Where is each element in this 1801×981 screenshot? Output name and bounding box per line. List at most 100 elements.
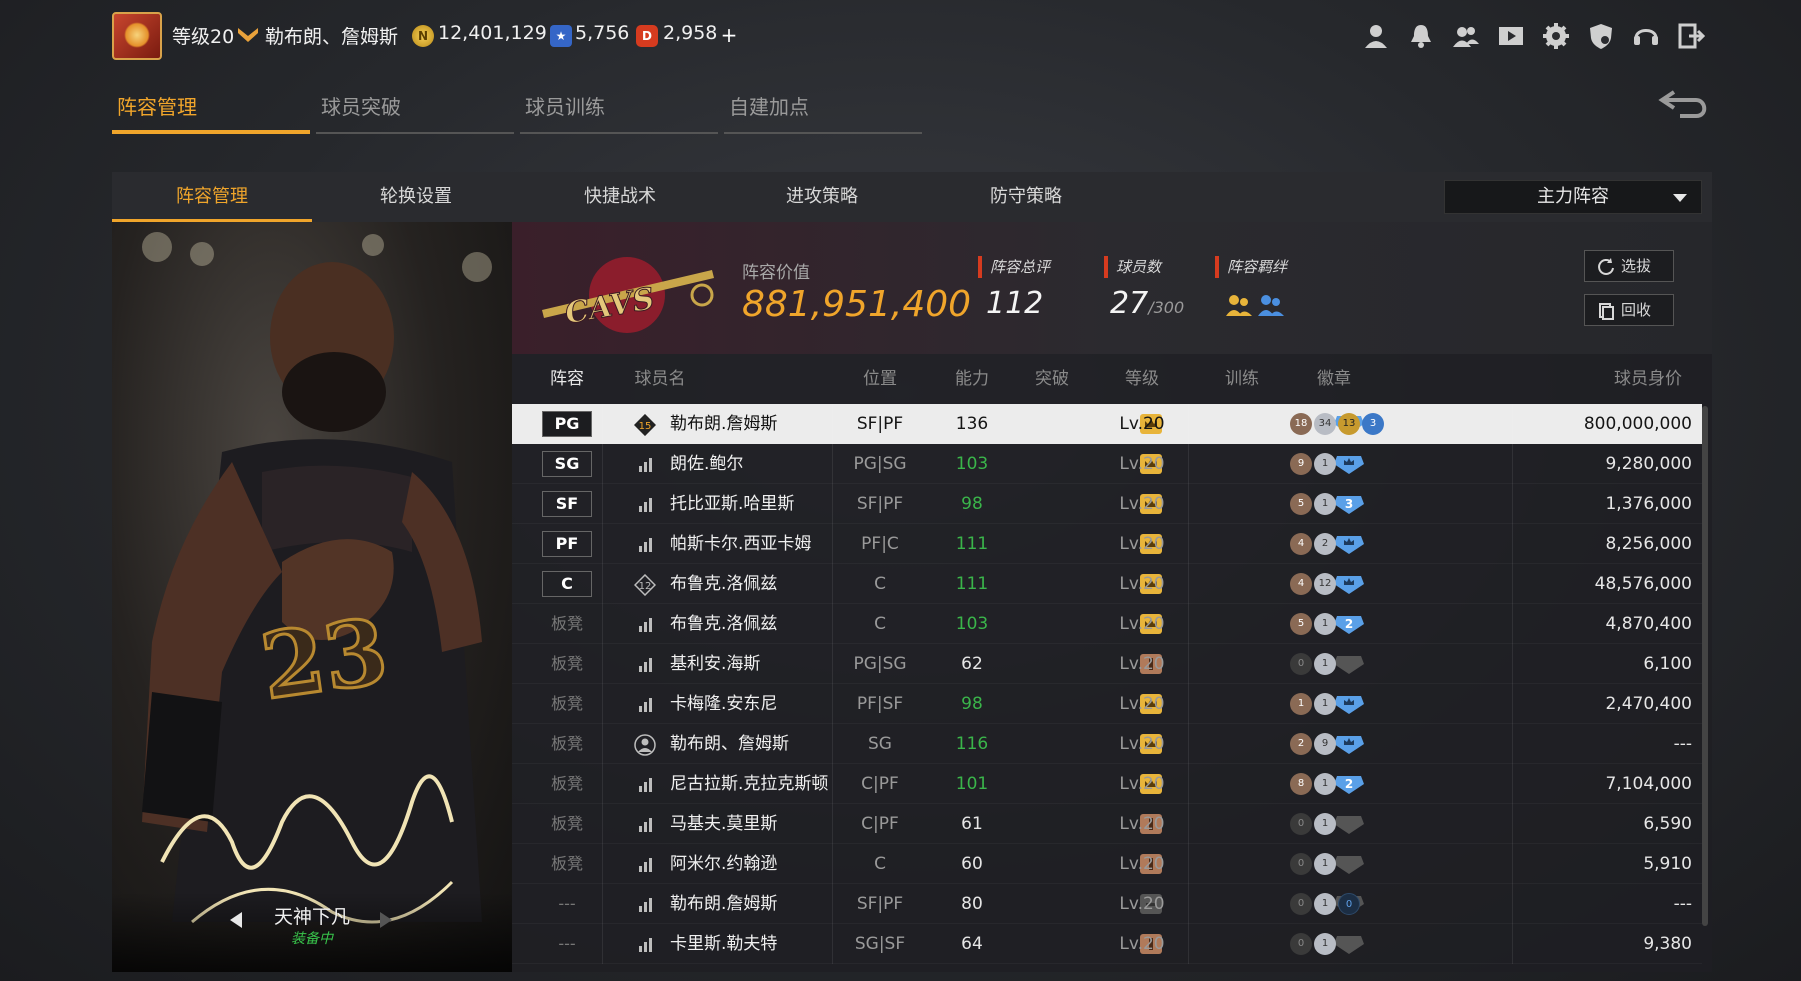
profile-icon[interactable] (1362, 22, 1390, 50)
table-row[interactable]: C 12 布鲁克.洛佩兹 C 111 Lv.20 4 12 48,576,000 (512, 564, 1702, 604)
bench-slot: 板凳 (550, 614, 583, 633)
lineup-bond-label: 阵容羁绊 (1215, 256, 1287, 278)
table-row[interactable]: PF 帕斯卡尔.西亚卡姆 PF|C 111 Lv.20 4 2 8,256,000 (512, 524, 1702, 564)
column-divider (1188, 604, 1189, 644)
bell-icon[interactable] (1407, 22, 1435, 50)
training-level-icon[interactable]: 2 (1332, 772, 1366, 796)
training-empty-icon[interactable] (1332, 652, 1366, 676)
subtab-defense-strategy[interactable]: 防守策略 (926, 172, 1126, 222)
player-name-cell[interactable]: 尼古拉斯.克拉克斯顿 (670, 764, 828, 804)
player-name-cell[interactable]: 布鲁克.洛佩兹 (670, 604, 777, 644)
player-name-cell[interactable]: 马基夫.莫里斯 (670, 804, 777, 844)
table-row[interactable]: PG 15 勒布朗.詹姆斯 SF|PF 136 Lv.20 18 34 13 3 800,000,0… (512, 404, 1702, 444)
badge-count: 0 (1290, 933, 1312, 955)
col-level[interactable]: 等级 (1102, 354, 1182, 404)
col-position[interactable]: 位置 (840, 354, 920, 404)
table-row[interactable]: SF 托比亚斯.哈里斯 SF|PF 98 Lv.20 3 5 1 1,376,000 (512, 484, 1702, 524)
column-divider (1188, 764, 1189, 804)
add-currency-button[interactable]: + (717, 22, 741, 48)
table-row[interactable]: SG 朗佐.鲍尔 PG|SG 103 Lv.20 9 1 9,280,000 (512, 444, 1702, 484)
col-lineup[interactable]: 阵容 (532, 354, 602, 404)
gear-icon[interactable] (1542, 22, 1570, 50)
tab-player-breakthrough[interactable]: 球员突破 (316, 90, 514, 134)
column-divider (602, 524, 603, 564)
back-arrow-icon[interactable] (1656, 86, 1712, 122)
recycle-button[interactable]: 回收 (1584, 294, 1674, 326)
subtab-quick-tactics[interactable]: 快捷战术 (520, 172, 720, 222)
col-badges[interactable]: 徽章 (1294, 354, 1374, 404)
training-empty-icon[interactable] (1332, 932, 1366, 956)
player-name-cell[interactable]: 基利安.海斯 (670, 644, 760, 684)
signal-bars-icon (639, 498, 652, 512)
player-name-cell[interactable]: 阿米尔.约翰逊 (670, 844, 777, 884)
table-row[interactable]: 板凳 马基夫.莫里斯 C|PF 61 Lv.20 0 1 6,590 (512, 804, 1702, 844)
player-value-cell: 5,910 (1643, 854, 1692, 874)
bond-blue-icon[interactable] (1256, 292, 1286, 320)
player-value-cell: --- (1673, 734, 1692, 754)
position-cell: SF|PF (856, 894, 904, 914)
table-row[interactable]: 板凳 阿米尔.约翰逊 C 60 Lv.20 0 1 5,910 (512, 844, 1702, 884)
training-level-icon[interactable] (1332, 692, 1366, 716)
col-breakthrough[interactable]: 突破 (1012, 354, 1092, 404)
table-row[interactable]: --- 勒布朗.詹姆斯 SF|PF 80 Lv.20 0 1 0 --- (512, 884, 1702, 924)
training-level-icon[interactable] (1332, 452, 1366, 476)
col-training[interactable]: 训练 (1202, 354, 1282, 404)
player-name-cell[interactable]: 布鲁克.洛佩兹 (670, 564, 777, 604)
player-name-cell[interactable]: 朗佐.鲍尔 (670, 444, 743, 484)
player-value-cell: 9,380 (1643, 934, 1692, 954)
badge-count: 1 (1314, 893, 1336, 915)
ability-cell: 101 (955, 774, 989, 794)
lineup-value: 881,951,400 (742, 284, 972, 325)
level-cell: Lv.20 (1119, 414, 1165, 434)
training-level-icon[interactable] (1332, 732, 1366, 756)
badge-count: 13 (1338, 413, 1360, 435)
position-slot: PG (542, 411, 592, 437)
subtab-lineup[interactable]: 阵容管理 (112, 172, 312, 222)
subtab-rotation[interactable]: 轮换设置 (316, 172, 516, 222)
training-level-icon[interactable]: 2 (1332, 612, 1366, 636)
ticket-currency-icon: D (636, 25, 658, 47)
training-empty-icon[interactable] (1332, 852, 1366, 876)
col-player-name[interactable]: 球员名 (620, 354, 700, 404)
player-name-cell[interactable]: 帕斯卡尔.西亚卡姆 (670, 524, 811, 564)
video-icon[interactable] (1497, 22, 1525, 50)
logout-icon[interactable] (1677, 22, 1705, 50)
player-name-cell[interactable]: 卡里斯.勒夫特 (670, 924, 777, 964)
col-ability[interactable]: 能力 (932, 354, 1012, 404)
column-divider (832, 924, 833, 964)
tab-lineup-management[interactable]: 阵容管理 (112, 90, 310, 134)
table-scrollbar[interactable] (1702, 406, 1708, 926)
subtab-offense-strategy[interactable]: 进攻策略 (722, 172, 922, 222)
lineup-dropdown[interactable]: 主力阵容 (1444, 180, 1702, 214)
player-name-cell[interactable]: 卡梅隆.安东尼 (670, 684, 777, 724)
level-cell: Lv.20 (1119, 694, 1165, 714)
star-balance: 5,756 (575, 22, 630, 44)
table-row[interactable]: 板凳 卡梅隆.安东尼 PF|SF 98 Lv.20 1 1 2,470,400 (512, 684, 1702, 724)
friends-icon[interactable] (1452, 22, 1480, 50)
bond-gold-icon[interactable] (1224, 292, 1254, 320)
table-row[interactable]: 板凳 基利安.海斯 PG|SG 62 Lv.20 0 1 6,100 (512, 644, 1702, 684)
table-row[interactable]: 板凳 布鲁克.洛佩兹 C 103 Lv.20 2 5 1 4,870,400 (512, 604, 1702, 644)
ability-cell: 136 (955, 414, 989, 434)
player-name-cell[interactable]: 托比亚斯.哈里斯 (670, 484, 794, 524)
badge-count: 0 (1290, 853, 1312, 875)
table-row[interactable]: 板凳 尼古拉斯.克拉克斯顿 C|PF 101 Lv.20 2 8 1 7,104,000 (512, 764, 1702, 804)
player-name-cell[interactable]: 勒布朗、詹姆斯 (670, 724, 789, 764)
draft-button[interactable]: 选拔 (1584, 250, 1674, 282)
player-name-cell[interactable]: 勒布朗.詹姆斯 (670, 884, 777, 924)
player-avatar[interactable] (112, 12, 162, 60)
training-level-icon[interactable] (1332, 532, 1366, 556)
training-level-icon[interactable]: 3 (1332, 492, 1366, 516)
tab-player-training[interactable]: 球员训练 (520, 90, 718, 134)
table-row[interactable]: 板凳 勒布朗、詹姆斯 SG 116 Lv.20 2 9 --- (512, 724, 1702, 764)
col-player-value[interactable]: 球员身价 (1572, 354, 1682, 404)
badge-count: 8 (1290, 773, 1312, 795)
tab-custom-points[interactable]: 自建加点 (724, 90, 922, 134)
shield-icon[interactable] (1587, 22, 1615, 50)
player-name-cell[interactable]: 勒布朗.詹姆斯 (670, 404, 777, 444)
support-headset-icon[interactable] (1632, 22, 1660, 50)
column-divider (1188, 724, 1189, 764)
training-empty-icon[interactable] (1332, 812, 1366, 836)
table-row[interactable]: --- 卡里斯.勒夫特 SG|SF 64 Lv.20 0 1 9,380 (512, 924, 1702, 964)
training-level-icon[interactable] (1332, 572, 1366, 596)
